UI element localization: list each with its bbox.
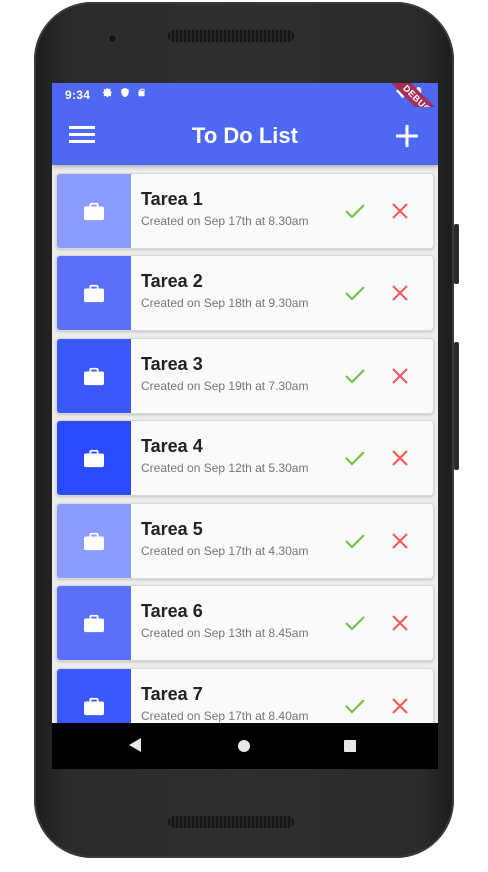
delete-task-button[interactable]	[388, 446, 412, 470]
complete-task-button[interactable]	[343, 199, 367, 223]
task-card[interactable]: Tarea 2 Created on Sep 18th at 9.30am	[56, 255, 434, 331]
status-bar: 9:34 DEBUG	[52, 83, 438, 135]
close-icon	[392, 698, 408, 714]
add-task-button[interactable]	[390, 119, 424, 153]
delete-task-button[interactable]	[388, 611, 412, 635]
briefcase-icon	[84, 284, 104, 303]
settings-icon	[102, 87, 112, 98]
sd-card-icon	[138, 88, 145, 97]
task-thumbnail	[57, 421, 131, 495]
status-time: 9:34	[65, 88, 91, 102]
delete-task-button[interactable]	[388, 199, 412, 223]
task-thumbnail	[57, 669, 131, 723]
briefcase-icon	[84, 697, 104, 716]
task-card[interactable]: Tarea 3 Created on Sep 19th at 7.30am	[56, 338, 434, 414]
task-thumbnail	[57, 339, 131, 413]
top-speaker	[168, 30, 294, 42]
task-title: Tarea 2	[141, 271, 203, 291]
task-created-date: Created on Sep 17th at 8.30am	[141, 214, 309, 228]
plus-icon	[396, 125, 418, 147]
complete-task-button[interactable]	[343, 529, 367, 553]
bottom-speaker	[168, 816, 294, 828]
task-created-date: Created on Sep 13th at 8.45am	[141, 626, 309, 640]
task-title: Tarea 6	[141, 601, 203, 621]
task-thumbnail	[57, 174, 131, 248]
check-icon	[345, 286, 365, 301]
page-title: To Do List	[192, 123, 298, 148]
task-card[interactable]: Tarea 5 Created on Sep 17th at 4.30am	[56, 503, 434, 579]
home-icon[interactable]	[238, 740, 250, 752]
check-icon	[345, 451, 365, 466]
close-icon	[392, 285, 408, 301]
system-nav-bar	[52, 723, 438, 769]
task-created-date: Created on Sep 17th at 8.40am	[141, 709, 309, 723]
complete-task-button[interactable]	[343, 446, 367, 470]
task-title: Tarea 3	[141, 354, 203, 374]
delete-task-button[interactable]	[388, 281, 412, 305]
delete-task-button[interactable]	[388, 529, 412, 553]
close-icon	[392, 533, 408, 549]
task-created-date: Created on Sep 17th at 4.30am	[141, 544, 309, 558]
complete-task-button[interactable]	[343, 694, 367, 718]
app-bar: To Do List	[52, 107, 438, 165]
close-icon	[392, 615, 408, 631]
close-icon	[392, 450, 408, 466]
delete-task-button[interactable]	[388, 694, 412, 718]
briefcase-icon	[84, 532, 104, 551]
close-icon	[392, 203, 408, 219]
complete-task-button[interactable]	[343, 281, 367, 305]
task-title: Tarea 5	[141, 519, 203, 539]
complete-task-button[interactable]	[343, 364, 367, 388]
status-icons-left	[102, 87, 146, 98]
task-card[interactable]: Tarea 1 Created on Sep 17th at 8.30am	[56, 173, 434, 249]
check-icon	[345, 369, 365, 384]
check-icon	[345, 699, 365, 714]
check-icon	[345, 616, 365, 631]
delete-task-button[interactable]	[388, 364, 412, 388]
task-created-date: Created on Sep 18th at 9.30am	[141, 296, 309, 310]
task-card[interactable]: Tarea 4 Created on Sep 12th at 5.30am	[56, 420, 434, 496]
volume-button	[454, 342, 459, 470]
briefcase-icon	[84, 614, 104, 633]
task-list: Tarea 1 Created on Sep 17th at 8.30am Ta…	[52, 165, 438, 723]
back-icon[interactable]	[128, 738, 142, 752]
task-card[interactable]: Tarea 7 Created on Sep 17th at 8.40am	[56, 668, 434, 723]
task-title: Tarea 7	[141, 684, 203, 704]
complete-task-button[interactable]	[343, 611, 367, 635]
briefcase-icon	[84, 367, 104, 386]
power-button	[454, 224, 459, 284]
briefcase-icon	[84, 449, 104, 468]
task-created-date: Created on Sep 19th at 7.30am	[141, 379, 309, 393]
recents-icon[interactable]	[344, 740, 356, 752]
task-card[interactable]: Tarea 6 Created on Sep 13th at 8.45am	[56, 585, 434, 661]
task-thumbnail	[57, 256, 131, 330]
shield-icon	[121, 87, 129, 98]
briefcase-icon	[84, 202, 104, 221]
front-camera	[108, 34, 117, 43]
close-icon	[392, 368, 408, 384]
task-title: Tarea 4	[141, 436, 203, 456]
check-icon	[345, 204, 365, 219]
task-thumbnail	[57, 586, 131, 660]
task-created-date: Created on Sep 12th at 5.30am	[141, 461, 309, 475]
screen: 9:34 DEBUG To Do List Tarea 1 Created on…	[52, 83, 438, 769]
check-icon	[345, 534, 365, 549]
task-title: Tarea 1	[141, 189, 203, 209]
task-thumbnail	[57, 504, 131, 578]
